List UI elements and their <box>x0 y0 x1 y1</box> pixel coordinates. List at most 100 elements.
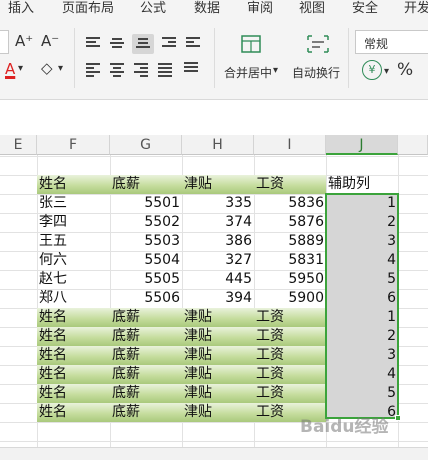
grid-hline <box>0 156 428 157</box>
repeat-cell-base[interactable]: 底薪 <box>110 308 182 327</box>
menu-developer[interactable]: 开发 <box>404 0 428 16</box>
repeat-cell-allowance[interactable]: 津贴 <box>182 308 254 327</box>
column-header-h[interactable]: H <box>182 135 254 155</box>
clear-dropdown-icon[interactable]: ▾ <box>58 64 63 74</box>
cell-salary[interactable]: 5889 <box>254 232 326 251</box>
repeat-cell-name[interactable]: 姓名 <box>37 308 110 327</box>
header-cell-name[interactable]: 姓名 <box>37 175 110 194</box>
align-left-icon[interactable] <box>86 63 100 79</box>
decrease-indent-icon[interactable] <box>162 37 176 49</box>
repeat-cell-allowance[interactable]: 津贴 <box>182 365 254 384</box>
repeat-cell-allowance[interactable]: 津贴 <box>182 403 254 422</box>
column-header-e[interactable]: E <box>0 135 37 155</box>
align-center-icon[interactable] <box>110 63 124 79</box>
repeat-cell-allowance[interactable]: 津贴 <box>182 327 254 346</box>
repeat-cell-name[interactable]: 姓名 <box>37 403 110 422</box>
justify-icon[interactable] <box>158 63 172 79</box>
clear-format-icon[interactable]: ◇ <box>41 61 53 76</box>
header-cell-salary[interactable]: 工资 <box>254 175 326 194</box>
cell-salary[interactable]: 5836 <box>254 194 326 213</box>
cell-base[interactable]: 5502 <box>110 213 182 232</box>
merge-center-label: 合并居中 <box>224 66 273 80</box>
align-right-icon[interactable] <box>134 63 148 79</box>
repeat-cell-base[interactable]: 底薪 <box>110 365 182 384</box>
repeat-cell-base[interactable]: 底薪 <box>110 403 182 422</box>
grow-font-icon[interactable]: A⁺ <box>15 34 33 49</box>
cell-allowance[interactable]: 386 <box>182 232 254 251</box>
increase-indent-icon[interactable] <box>186 37 200 49</box>
cell-base[interactable]: 5501 <box>110 194 182 213</box>
align-bottom-icon[interactable] <box>132 34 154 54</box>
menu-page-layout[interactable]: 页面布局 <box>62 0 114 16</box>
repeat-cell-salary[interactable]: 工资 <box>254 308 326 327</box>
cell-salary[interactable]: 5831 <box>254 251 326 270</box>
menu-review[interactable]: 审阅 <box>247 0 273 16</box>
menu-view[interactable]: 视图 <box>299 0 325 16</box>
repeat-cell-base[interactable]: 底薪 <box>110 327 182 346</box>
cell-allowance[interactable]: 335 <box>182 194 254 213</box>
font-color-icon[interactable]: A <box>5 62 15 77</box>
repeat-cell-base[interactable]: 底薪 <box>110 384 182 403</box>
percent-icon[interactable]: % <box>397 62 413 79</box>
menu-security[interactable]: 安全 <box>352 0 378 16</box>
cell-base[interactable]: 5505 <box>110 270 182 289</box>
cell-salary[interactable]: 5900 <box>254 289 326 308</box>
repeat-cell-base[interactable]: 底薪 <box>110 346 182 365</box>
cell-base[interactable]: 5503 <box>110 232 182 251</box>
shrink-font-icon[interactable]: A⁻ <box>41 34 59 49</box>
merge-center-button[interactable]: 合并居中 ▾ <box>222 32 284 94</box>
column-header-k[interactable] <box>398 135 428 155</box>
column-header-g[interactable]: G <box>110 135 182 155</box>
repeat-cell-name[interactable]: 姓名 <box>37 384 110 403</box>
repeat-cell-name[interactable]: 姓名 <box>37 346 110 365</box>
header-cell-helper[interactable]: 辅助列 <box>326 175 398 194</box>
cell-allowance[interactable]: 327 <box>182 251 254 270</box>
cell-name[interactable]: 李四 <box>37 213 110 232</box>
column-header-j[interactable]: J <box>326 135 398 155</box>
repeat-cell-name[interactable]: 姓名 <box>37 365 110 384</box>
currency-icon: ¥ <box>368 63 376 76</box>
column-header-i[interactable]: I <box>254 135 326 155</box>
wrap-text-label: 自动换行 <box>292 66 341 80</box>
merge-dropdown-icon[interactable]: ▾ <box>273 65 278 76</box>
cell-name[interactable]: 王五 <box>37 232 110 251</box>
ribbon-separator <box>214 28 215 88</box>
font-color-dropdown-icon[interactable]: ▾ <box>18 64 23 74</box>
cell-name[interactable]: 赵七 <box>37 270 110 289</box>
currency-button[interactable]: ¥ <box>362 60 382 80</box>
cell-name[interactable]: 郑八 <box>37 289 110 308</box>
font-size-select[interactable] <box>0 30 9 54</box>
align-top-icon[interactable] <box>86 37 100 49</box>
distributed-icon[interactable] <box>184 62 198 74</box>
repeat-cell-salary[interactable]: 工资 <box>254 365 326 384</box>
menu-data[interactable]: 数据 <box>194 0 220 16</box>
grid-hline <box>0 441 428 442</box>
header-cell-base[interactable]: 底薪 <box>110 175 182 194</box>
menu-insert[interactable]: 插入 <box>8 0 34 16</box>
align-middle-icon[interactable] <box>110 38 124 50</box>
header-cell-allowance[interactable]: 津贴 <box>182 175 254 194</box>
fill-handle[interactable] <box>395 415 401 421</box>
number-format-select[interactable]: 常规 <box>355 30 428 54</box>
cell-allowance[interactable]: 445 <box>182 270 254 289</box>
menu-formulas[interactable]: 公式 <box>140 0 166 16</box>
cell-salary[interactable]: 5950 <box>254 270 326 289</box>
currency-dropdown-icon[interactable]: ▾ <box>384 66 389 77</box>
cell-allowance[interactable]: 374 <box>182 213 254 232</box>
repeat-cell-name[interactable]: 姓名 <box>37 327 110 346</box>
repeat-cell-allowance[interactable]: 津贴 <box>182 346 254 365</box>
repeat-cell-salary[interactable]: 工资 <box>254 384 326 403</box>
wrap-text-button[interactable]: 自动换行 <box>290 32 346 94</box>
cell-salary[interactable]: 5876 <box>254 213 326 232</box>
cell-base[interactable]: 5504 <box>110 251 182 270</box>
column-header-f[interactable]: F <box>37 135 110 155</box>
cell-name[interactable]: 张三 <box>37 194 110 213</box>
cell-base[interactable]: 5506 <box>110 289 182 308</box>
ribbon-toolbar: A⁺ A⁻ A ▾ ◇ ▾ 合并居中 ▾ 自动换行 常规 ¥ ▾ % <box>0 16 428 100</box>
cell-allowance[interactable]: 394 <box>182 289 254 308</box>
cell-name[interactable]: 何六 <box>37 251 110 270</box>
repeat-cell-salary[interactable]: 工资 <box>254 327 326 346</box>
merge-center-icon <box>241 35 261 53</box>
repeat-cell-allowance[interactable]: 津贴 <box>182 384 254 403</box>
repeat-cell-salary[interactable]: 工资 <box>254 346 326 365</box>
